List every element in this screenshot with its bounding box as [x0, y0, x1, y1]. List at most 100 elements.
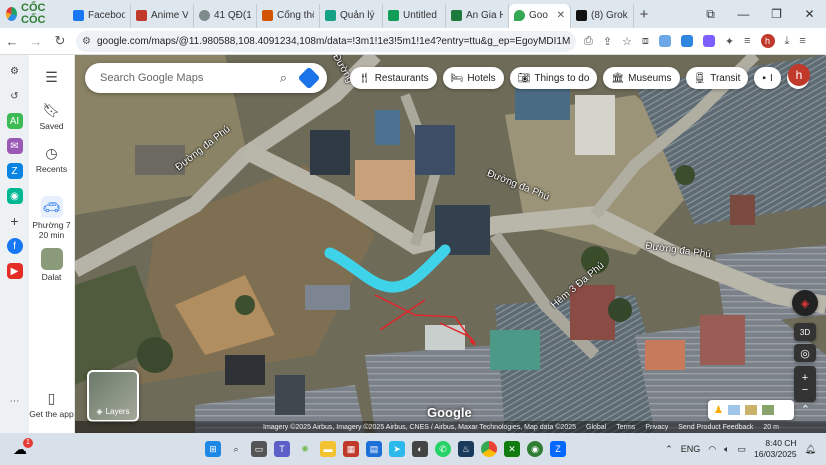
new-tab-button[interactable]: +: [634, 6, 654, 23]
search-input[interactable]: Search Google Maps: [100, 72, 280, 84]
search-icon[interactable]: ⌕: [280, 70, 287, 86]
tray-chevron-icon[interactable]: ⌃: [665, 444, 673, 455]
maximize-icon[interactable]: ❐: [760, 0, 793, 28]
recents-button[interactable]: ◷ Recents: [36, 145, 67, 174]
tab-untitled[interactable]: Untitled: [383, 3, 446, 28]
volume-icon[interactable]: 🔈︎: [724, 444, 729, 455]
pegman-icon[interactable]: ♟: [714, 405, 723, 416]
tab-anime[interactable]: Anime Vi: [131, 3, 194, 28]
whatsapp-icon[interactable]: ✆: [435, 441, 451, 457]
url-field[interactable]: ⚙ google.com/maps/@11.980588,108.4091234…: [76, 30, 576, 52]
xbox-icon[interactable]: ✕: [504, 441, 520, 457]
start-button-icon[interactable]: ⊞: [205, 441, 221, 457]
task-view-icon[interactable]: ▭: [251, 441, 267, 457]
messenger-icon[interactable]: ✉: [6, 138, 23, 154]
get-app-button[interactable]: ▯ Get the app: [29, 390, 73, 419]
global-link[interactable]: Global: [586, 424, 606, 431]
chrome-icon[interactable]: [481, 441, 497, 457]
steam-client-icon[interactable]: ♨: [458, 441, 474, 457]
photo-thumb-3[interactable]: [761, 405, 774, 415]
terms-link[interactable]: Terms: [616, 424, 635, 431]
settings-gear-icon[interactable]: ⚙: [7, 63, 23, 79]
steam-icon[interactable]: ◐: [412, 441, 428, 457]
tab-search-icon[interactable]: ⧉: [694, 0, 727, 28]
back-icon[interactable]: ←: [0, 34, 24, 49]
clock[interactable]: 8:40 CH 16/03/2025: [754, 438, 797, 460]
close-tab-icon[interactable]: ✕: [557, 10, 565, 21]
reload-icon[interactable]: ↻: [48, 33, 72, 49]
zoom-in-icon[interactable]: +: [802, 372, 808, 384]
3d-toggle-button[interactable]: 3D: [794, 323, 816, 341]
tab-google-maps[interactable]: Goo ✕: [509, 3, 571, 28]
reading-list-icon[interactable]: ≡: [744, 35, 750, 47]
compass-button[interactable]: ◈: [792, 290, 818, 316]
expand-chevron-icon[interactable]: ⌃: [801, 403, 810, 416]
notification-bell-icon[interactable]: 🔔︎: [805, 444, 816, 455]
photo-thumb-1[interactable]: [727, 405, 740, 415]
profile-avatar[interactable]: h: [760, 34, 775, 48]
minimize-icon[interactable]: —: [727, 0, 760, 28]
scale-label[interactable]: 20 m: [763, 424, 779, 431]
tab-facebook[interactable]: Facebook: [68, 3, 131, 28]
maps-search-box[interactable]: Search Google Maps ⌕: [85, 63, 327, 93]
tab-an-gia[interactable]: An Gia H: [446, 3, 509, 28]
extensions-icon[interactable]: ⧈: [642, 35, 649, 48]
street-view-bar[interactable]: ♟: [708, 400, 794, 420]
battery-icon[interactable]: ▭: [738, 444, 747, 455]
language-indicator[interactable]: ENG: [681, 444, 701, 454]
facebook-sidebar-icon[interactable]: f: [6, 238, 23, 254]
puzzle-icon[interactable]: ✦: [725, 35, 734, 48]
file-explorer-icon[interactable]: ▬: [320, 441, 336, 457]
tab-cong-thong-tin[interactable]: Cổng thô: [257, 3, 320, 28]
privacy-link[interactable]: Privacy: [645, 424, 668, 431]
satellite-map[interactable]: Đường đa Phú Đường đa Phú Đường đa Phú Đ…: [75, 55, 826, 433]
menu-icon[interactable]: ≡: [799, 35, 805, 47]
chip-transit[interactable]: 🚆︎ Transit: [685, 67, 749, 89]
download-icon[interactable]: ⤓: [785, 35, 790, 48]
youtube-icon[interactable]: ▶: [6, 263, 23, 279]
coccoc-taskbar-icon[interactable]: ◉: [527, 441, 543, 457]
weather-widget[interactable]: ☁ 1: [0, 437, 40, 458]
game-controller-icon[interactable]: ◉: [6, 188, 23, 204]
chip-restaurants[interactable]: 🍴︎ Restaurants: [350, 67, 437, 89]
layers-button[interactable]: ◈ Layers: [87, 370, 139, 422]
app-red-icon[interactable]: ▦: [343, 441, 359, 457]
wifi-icon[interactable]: ◠: [708, 444, 716, 455]
recent-place-dalat[interactable]: Dalat: [40, 248, 63, 282]
more-icon[interactable]: ⋯: [7, 393, 23, 409]
extension-k-icon[interactable]: [680, 35, 693, 47]
zalo-taskbar-icon[interactable]: Z: [550, 441, 566, 457]
extension-3-icon[interactable]: [702, 35, 715, 47]
recent-place-phuong7[interactable]: 🚗︎ Phường 7 20 min: [32, 196, 71, 240]
store-icon[interactable]: ▤: [366, 441, 382, 457]
saved-button[interactable]: 🔖︎ Saved: [39, 102, 63, 131]
tab-quan-ly[interactable]: Quản lý t: [320, 3, 383, 28]
zoom-out-icon[interactable]: −: [802, 384, 808, 396]
add-sidebar-icon[interactable]: +: [7, 213, 23, 229]
site-info-icon[interactable]: ⚙: [82, 36, 91, 47]
maps-menu-button[interactable]: ☰: [45, 69, 58, 88]
tab-41qd[interactable]: 41 QĐ(15: [194, 3, 257, 28]
teams-icon[interactable]: T: [274, 441, 290, 457]
forward-icon[interactable]: →: [24, 34, 48, 49]
extension-1-icon[interactable]: [658, 35, 671, 47]
bookmark-star-icon[interactable]: ☆: [622, 35, 632, 48]
zalo-icon[interactable]: Z: [6, 163, 23, 179]
ai-assistant-icon[interactable]: AI: [6, 113, 23, 129]
chip-things-to-do[interactable]: 📷︎ Things to do: [509, 67, 598, 89]
chess-app-icon[interactable]: ✺: [297, 441, 313, 457]
chip-museums[interactable]: 🏛︎ Museums: [603, 67, 680, 89]
maps-profile-avatar[interactable]: h: [788, 64, 810, 86]
feedback-link[interactable]: Send Product Feedback: [678, 424, 753, 431]
search-taskbar-icon[interactable]: ⌕: [228, 441, 244, 457]
directions-icon[interactable]: [297, 66, 321, 90]
install-app-icon[interactable]: ⎙: [584, 35, 593, 48]
history-icon[interactable]: ↺: [7, 88, 23, 104]
photo-thumb-2[interactable]: [744, 405, 757, 415]
chip-hotels[interactable]: 🛏︎ Hotels: [442, 67, 504, 89]
tab-grok[interactable]: (8) Grok: [571, 3, 634, 28]
close-window-icon[interactable]: ✕: [793, 0, 826, 28]
apps-grid-icon[interactable]: ⠿: [766, 67, 776, 84]
browser-brand[interactable]: CỐC CỐC: [0, 0, 68, 28]
my-location-button[interactable]: ◎: [794, 344, 816, 362]
